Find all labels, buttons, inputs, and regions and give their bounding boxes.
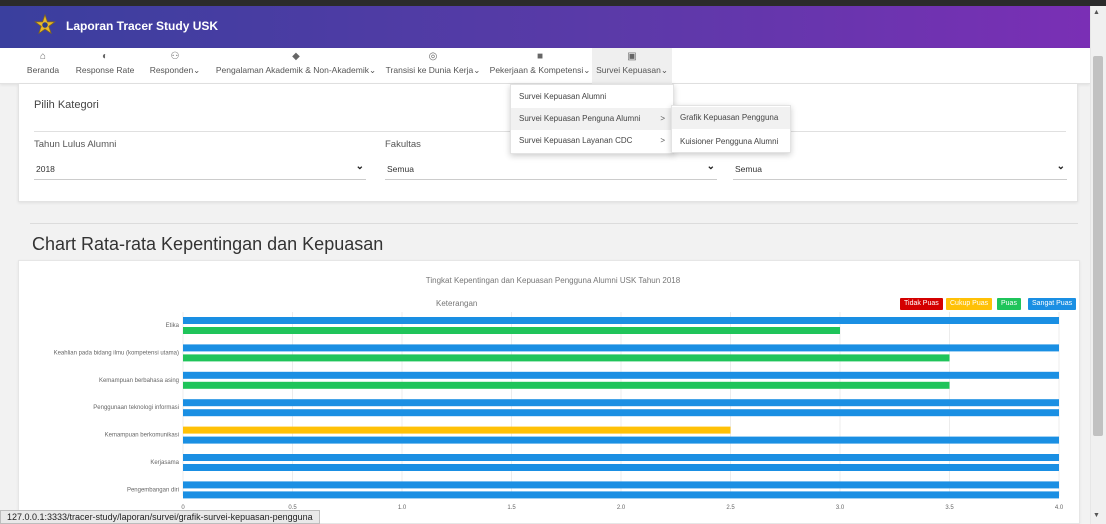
pie-chart-icon: ◐ <box>101 51 109 62</box>
fakultas-select[interactable]: Semua ⌄ <box>385 158 717 180</box>
nav-label: Survei Kepuasan <box>596 65 661 75</box>
prodi-select[interactable]: Semua ⌄ <box>733 158 1067 180</box>
nav-label: Pekerjaan & Kompetensi <box>489 65 584 75</box>
main-navbar: ⌂ Beranda ◐ Response Rate ⚇ Responden⌄ ◆… <box>0 48 1090 84</box>
x-tick-label: 3.0 <box>836 505 845 510</box>
legend-title: Keterangan <box>436 299 478 308</box>
bar <box>183 317 1059 324</box>
graduation-cap-icon: ◆ <box>292 51 300 62</box>
home-icon: ⌂ <box>39 51 47 62</box>
menu-survei-kepuasan-pengguna-alumni[interactable]: Survei Kepuasan Penguna Alumni > <box>511 108 673 130</box>
filter-section-label: Pilih Kategori <box>34 99 99 111</box>
nav-pekerjaan-kompetensi[interactable]: ■ Pekerjaan & Kompetensi⌄ <box>487 48 593 84</box>
chevron-down-icon: ⌄ <box>473 65 481 75</box>
bar <box>183 371 1059 379</box>
nav-label: Pengalaman Akademik & Non-Akademik <box>215 65 369 75</box>
bar-chart: 0 0.5 1.0 1.5 2.0 2.5 3.0 3.5 4.0EtikaKeahlian p… <box>54 312 1064 510</box>
menu-grafik-kepuasan-pengguna[interactable]: Grafik Kepuasan Pengguna <box>672 107 790 129</box>
legend-puas[interactable]: Puas <box>997 298 1021 310</box>
x-tick-label: 3.5 <box>945 505 954 510</box>
nav-label: Transisi ke Dunia Kerja <box>385 65 474 75</box>
y-category-label: Kemampuan berbahasa asing <box>99 378 179 384</box>
nav-label: Responden <box>149 65 194 75</box>
bar <box>183 381 950 389</box>
nav-responden[interactable]: ⚇ Responden⌄ <box>147 48 203 84</box>
bar <box>183 426 731 434</box>
chevron-down-icon: ⌄ <box>706 161 715 172</box>
section-title: Chart Rata-rata Kepentingan dan Kepuasan <box>32 234 384 254</box>
nav-pengalaman-akademik[interactable]: ◆ Pengalaman Akademik & Non-Akademik⌄ <box>214 48 378 84</box>
app-title[interactable]: Laporan Tracer Study USK <box>66 19 218 33</box>
bar <box>183 327 840 334</box>
menu-item-label: Survei Kepuasan Alumni <box>519 92 607 101</box>
chevron-down-icon: ⌄ <box>368 65 377 75</box>
bar <box>183 436 1059 444</box>
tahun-lulus-select[interactable]: 2018 ⌄ <box>34 158 366 180</box>
legend-tidak-puas[interactable]: Tidak Puas <box>900 298 943 310</box>
nav-label: Beranda <box>26 65 60 75</box>
scroll-down-arrow-icon[interactable]: ▼ <box>1093 512 1100 519</box>
bar <box>183 344 1059 352</box>
legend-cukup-puas[interactable]: Cukup Puas <box>946 298 993 310</box>
nav-transisi-dunia-kerja[interactable]: ◎ Transisi ke Dunia Kerja⌄ <box>385 48 481 84</box>
nav-label: Response Rate <box>75 65 135 75</box>
scroll-up-arrow-icon[interactable]: ▲ <box>1093 9 1100 16</box>
y-category-label: Kemampuan berkomunikasi <box>105 433 179 439</box>
x-tick-label: 2.0 <box>617 505 626 510</box>
chevron-down-icon: ⌄ <box>583 65 591 75</box>
chevron-down-icon: ⌄ <box>1056 161 1065 172</box>
tahun-lulus-label: Tahun Lulus Alumni <box>34 139 117 150</box>
bar <box>183 454 1059 461</box>
y-category-label: Kerjasama <box>150 460 179 466</box>
menu-kuisioner-pengguna-alumni[interactable]: Kuisioner Pengguna Alumni <box>672 131 790 153</box>
menu-survei-kepuasan-alumni[interactable]: Survei Kepuasan Alumni <box>511 86 673 108</box>
menu-item-label: Survei Kepuasan Penguna Alumni <box>519 114 641 123</box>
bar <box>183 354 950 362</box>
y-category-label: Etika <box>166 323 180 329</box>
fakultas-label: Fakultas <box>385 139 421 150</box>
chevron-down-icon: ⌄ <box>660 65 668 75</box>
bar <box>183 481 1059 489</box>
y-category-label: Pengembangan diri <box>127 487 179 493</box>
y-category-label: Penggunaan teknologi informasi <box>93 405 179 411</box>
x-tick-label: 2.5 <box>726 505 735 510</box>
menu-survei-kepuasan-layanan-cdc[interactable]: Survei Kepuasan Layanan CDC > <box>511 130 673 152</box>
bar <box>183 399 1059 407</box>
globe-icon: ◎ <box>428 51 438 62</box>
scrollbar-thumb[interactable] <box>1093 56 1103 436</box>
chevron-down-icon: ⌄ <box>193 65 201 75</box>
bar <box>183 491 1059 499</box>
briefcase-icon: ■ <box>536 51 544 62</box>
nav-beranda[interactable]: ⌂ Beranda <box>22 48 64 84</box>
x-tick-label: 1.5 <box>507 505 516 510</box>
bar <box>183 464 1059 471</box>
app-header: Laporan Tracer Study USK <box>0 6 1090 48</box>
chevron-right-icon: > <box>660 114 665 123</box>
nav-response-rate[interactable]: ◐ Response Rate <box>73 48 137 84</box>
pengguna-alumni-submenu: Grafik Kepuasan Pengguna Kuisioner Pengg… <box>671 105 791 153</box>
section-divider <box>30 223 1078 224</box>
survei-kepuasan-dropdown: Survei Kepuasan Alumni Survei Kepuasan P… <box>510 84 674 154</box>
x-tick-label: 1.0 <box>398 505 407 510</box>
legend-sangat-puas[interactable]: Sangat Puas <box>1028 298 1077 310</box>
chevron-down-icon: ⌄ <box>355 161 364 172</box>
y-category-label: Keahlian pada bidang ilmu (kompetensi ut… <box>54 350 179 356</box>
usk-star-logo[interactable] <box>34 14 56 36</box>
x-tick-label: 4.0 <box>1055 505 1064 510</box>
chart-title: Tingkat Kepentingan dan Kepuasan Penggun… <box>425 276 681 285</box>
chevron-right-icon: > <box>660 136 665 145</box>
tahun-lulus-value: 2018 <box>36 164 55 174</box>
chart-icon: ▣ <box>627 51 637 62</box>
users-icon: ⚇ <box>170 51 180 62</box>
nav-survei-kepuasan[interactable]: ▣ Survei Kepuasan⌄ <box>592 48 672 84</box>
menu-item-label: Survei Kepuasan Layanan CDC <box>519 136 633 145</box>
bar <box>183 409 1059 417</box>
browser-status-url: 127.0.0.1:3333/tracer-study/laporan/surv… <box>0 510 320 524</box>
fakultas-value: Semua <box>387 164 414 174</box>
prodi-value: Semua <box>735 164 762 174</box>
